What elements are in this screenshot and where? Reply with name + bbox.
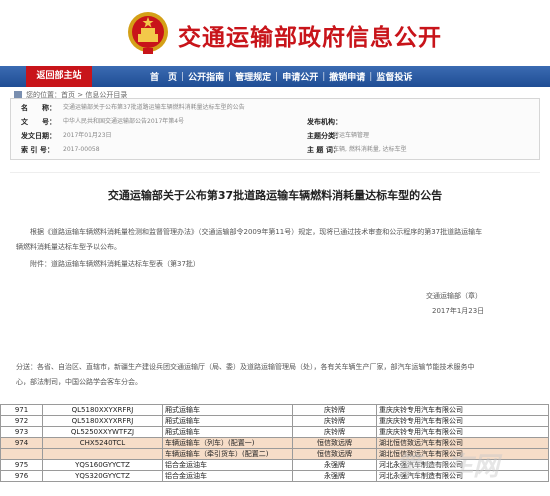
meta-subject-value: 营运车辆管理 — [333, 132, 370, 139]
announcement-cc-line1: 分送：各省、自治区、直辖市，新疆生产建设兵团交通运输厅（局、委）及道路运输管理局… — [16, 363, 475, 371]
site-title: 交通运输部政府信息公开 — [178, 25, 442, 51]
location-icon — [14, 91, 22, 98]
model-cell: YQS320GYYCTZ — [42, 470, 163, 482]
meta-row-index: 索 引 号： 2017-00058 主 题 词： 车辆, 燃料消耗量, 达标车型 — [11, 144, 541, 156]
meta-date-value: 2017年01月23日 — [63, 132, 112, 139]
manufacturer-cell: 重庆庆铃专用汽车有限公司 — [376, 415, 549, 427]
announcement-paragraph-line1: 根据《道路运输车辆燃料消耗量检测和监督管理办法》（交通运输部令2009年第11号… — [30, 228, 483, 236]
nav-separator: | — [369, 71, 373, 82]
model-cell: YQS160GYYCTZ — [42, 459, 163, 471]
announcement-cc-line2: 心，部法制司，中国公路学会客车分会。 — [16, 378, 142, 386]
row-number-cell: 974 — [0, 437, 43, 449]
main-nav: 返回部主站 首 页 | 公开指南 | 管理规定 | 申请公开 | 撤销申请 | … — [0, 66, 550, 87]
table-row: 971 QL5180XXYXRFRJ 厢式运输车 庆铃牌 重庆庆铃专用汽车有限公司 — [0, 404, 549, 416]
brand-cell: 庆铃牌 — [292, 404, 377, 416]
national-emblem-icon — [128, 12, 168, 54]
announcement-paragraph-line2: 辆燃料消耗量达标车型予以公布。 — [16, 243, 121, 251]
announcement-attachment[interactable]: 附件：道路运输车辆燃料消耗量达标车型表（第37批） — [30, 259, 200, 269]
nav-separator: | — [181, 71, 185, 82]
manufacturer-cell: 重庆庆铃专用汽车有限公司 — [376, 404, 549, 416]
meta-row-doc: 文 号： 中华人民共和国交通运输部公告2017年第4号 发布机构： — [11, 116, 541, 128]
model-cell: CHX5240TCL — [42, 437, 163, 449]
meta-keyword-value: 车辆, 燃料消耗量, 达标车型 — [333, 146, 407, 153]
nav-item-apply[interactable]: 申请公开 — [282, 70, 318, 83]
vehicle-type-cell: 铝合金运油车 — [162, 470, 293, 482]
nav-item-regulations[interactable]: 管理规定 — [235, 70, 271, 83]
nav-home-link[interactable]: 返回部主站 — [26, 66, 92, 87]
meta-name-label: 名 称： — [21, 104, 56, 112]
row-number-cell — [0, 448, 43, 460]
nav-separator: | — [322, 71, 326, 82]
brand-cell: 永强牌 — [292, 459, 377, 471]
announcement-sign-date: 2017年1月23日 — [432, 307, 485, 315]
vehicle-type-cell: 厢式运输车 — [162, 404, 293, 416]
nav-separator: | — [275, 71, 279, 82]
nav-item-guide[interactable]: 公开指南 — [188, 70, 224, 83]
watermark-logo: 第一车网 — [395, 452, 500, 482]
row-number-cell: 973 — [0, 426, 43, 438]
meta-row-date: 发文日期： 2017年01月23日 主题分类： 营运车辆管理 — [11, 130, 541, 142]
vehicle-type-cell: 厢式运输车 — [162, 415, 293, 427]
vehicle-type-cell: 厢式运输车 — [162, 426, 293, 438]
meta-index-label: 索 引 号： — [21, 146, 54, 154]
meta-row-name: 名 称： 交通运输部关于公布第37批道路运输车辆燃料消耗量达标车型的公告 — [11, 102, 541, 114]
document-metadata: 名 称： 交通运输部关于公布第37批道路运输车辆燃料消耗量达标车型的公告 文 号… — [10, 98, 540, 160]
nav-item-home[interactable]: 首 页 — [150, 70, 177, 83]
brand-cell: 庆铃牌 — [292, 415, 377, 427]
meta-date-label: 发文日期： — [21, 132, 56, 140]
model-cell — [42, 448, 163, 460]
site-header: 交通运输部政府信息公开 — [0, 0, 550, 66]
model-cell: QL5180XXYXRFRJ — [42, 404, 163, 416]
manufacturer-cell: 重庆庆铃专用汽车有限公司 — [376, 426, 549, 438]
row-number-cell: 971 — [0, 404, 43, 416]
nav-items: 首 页 | 公开指南 | 管理规定 | 申请公开 | 撤销申请 | 监督投诉 — [150, 66, 412, 87]
announcement-title: 交通运输部关于公布第37批道路运输车辆燃料消耗量达标车型的公告 — [107, 189, 443, 202]
meta-issuer-label: 发布机构： — [307, 118, 342, 126]
meta-index-value: 2017-00058 — [63, 146, 100, 153]
announcement-body: 交通运输部关于公布第37批道路运输车辆燃料消耗量达标车型的公告 根据《道路运输车… — [10, 172, 540, 390]
model-cell: QL5250XXYWTFZJ — [42, 426, 163, 438]
model-cell: QL5180XXYXRFRJ — [42, 415, 163, 427]
table-row: 973 QL5250XXYWTFZJ 厢式运输车 庆铃牌 重庆庆铃专用汽车有限公司 — [0, 426, 549, 438]
nav-separator: | — [228, 71, 232, 82]
table-row: 972 QL5180XXYXRFRJ 厢式运输车 庆铃牌 重庆庆铃专用汽车有限公司 — [0, 415, 549, 427]
brand-cell: 永强牌 — [292, 470, 377, 482]
row-number-cell: 976 — [0, 470, 43, 482]
nav-item-withdraw[interactable]: 撤销申请 — [329, 70, 365, 83]
meta-name-value: 交通运输部关于公布第37批道路运输车辆燃料消耗量达标车型的公告 — [63, 104, 245, 111]
meta-doc-label: 文 号： — [21, 118, 56, 126]
vehicle-type-cell: 车辆运输车（列车）(配置一) — [162, 437, 293, 449]
announcement-sign-org: 交通运输部（章） — [426, 292, 482, 300]
vehicle-type-cell: 车辆运输车（牵引货车）(配置二) — [162, 448, 293, 460]
row-number-cell: 972 — [0, 415, 43, 427]
nav-item-complaint[interactable]: 监督投诉 — [376, 70, 412, 83]
vehicle-type-cell: 铝合金运油车 — [162, 459, 293, 471]
row-number-cell: 975 — [0, 459, 43, 471]
brand-cell: 庆铃牌 — [292, 426, 377, 438]
meta-doc-value: 中华人民共和国交通运输部公告2017年第4号 — [63, 118, 185, 125]
brand-cell: 恒信致远牌 — [292, 437, 377, 449]
brand-cell: 恒信致远牌 — [292, 448, 377, 460]
